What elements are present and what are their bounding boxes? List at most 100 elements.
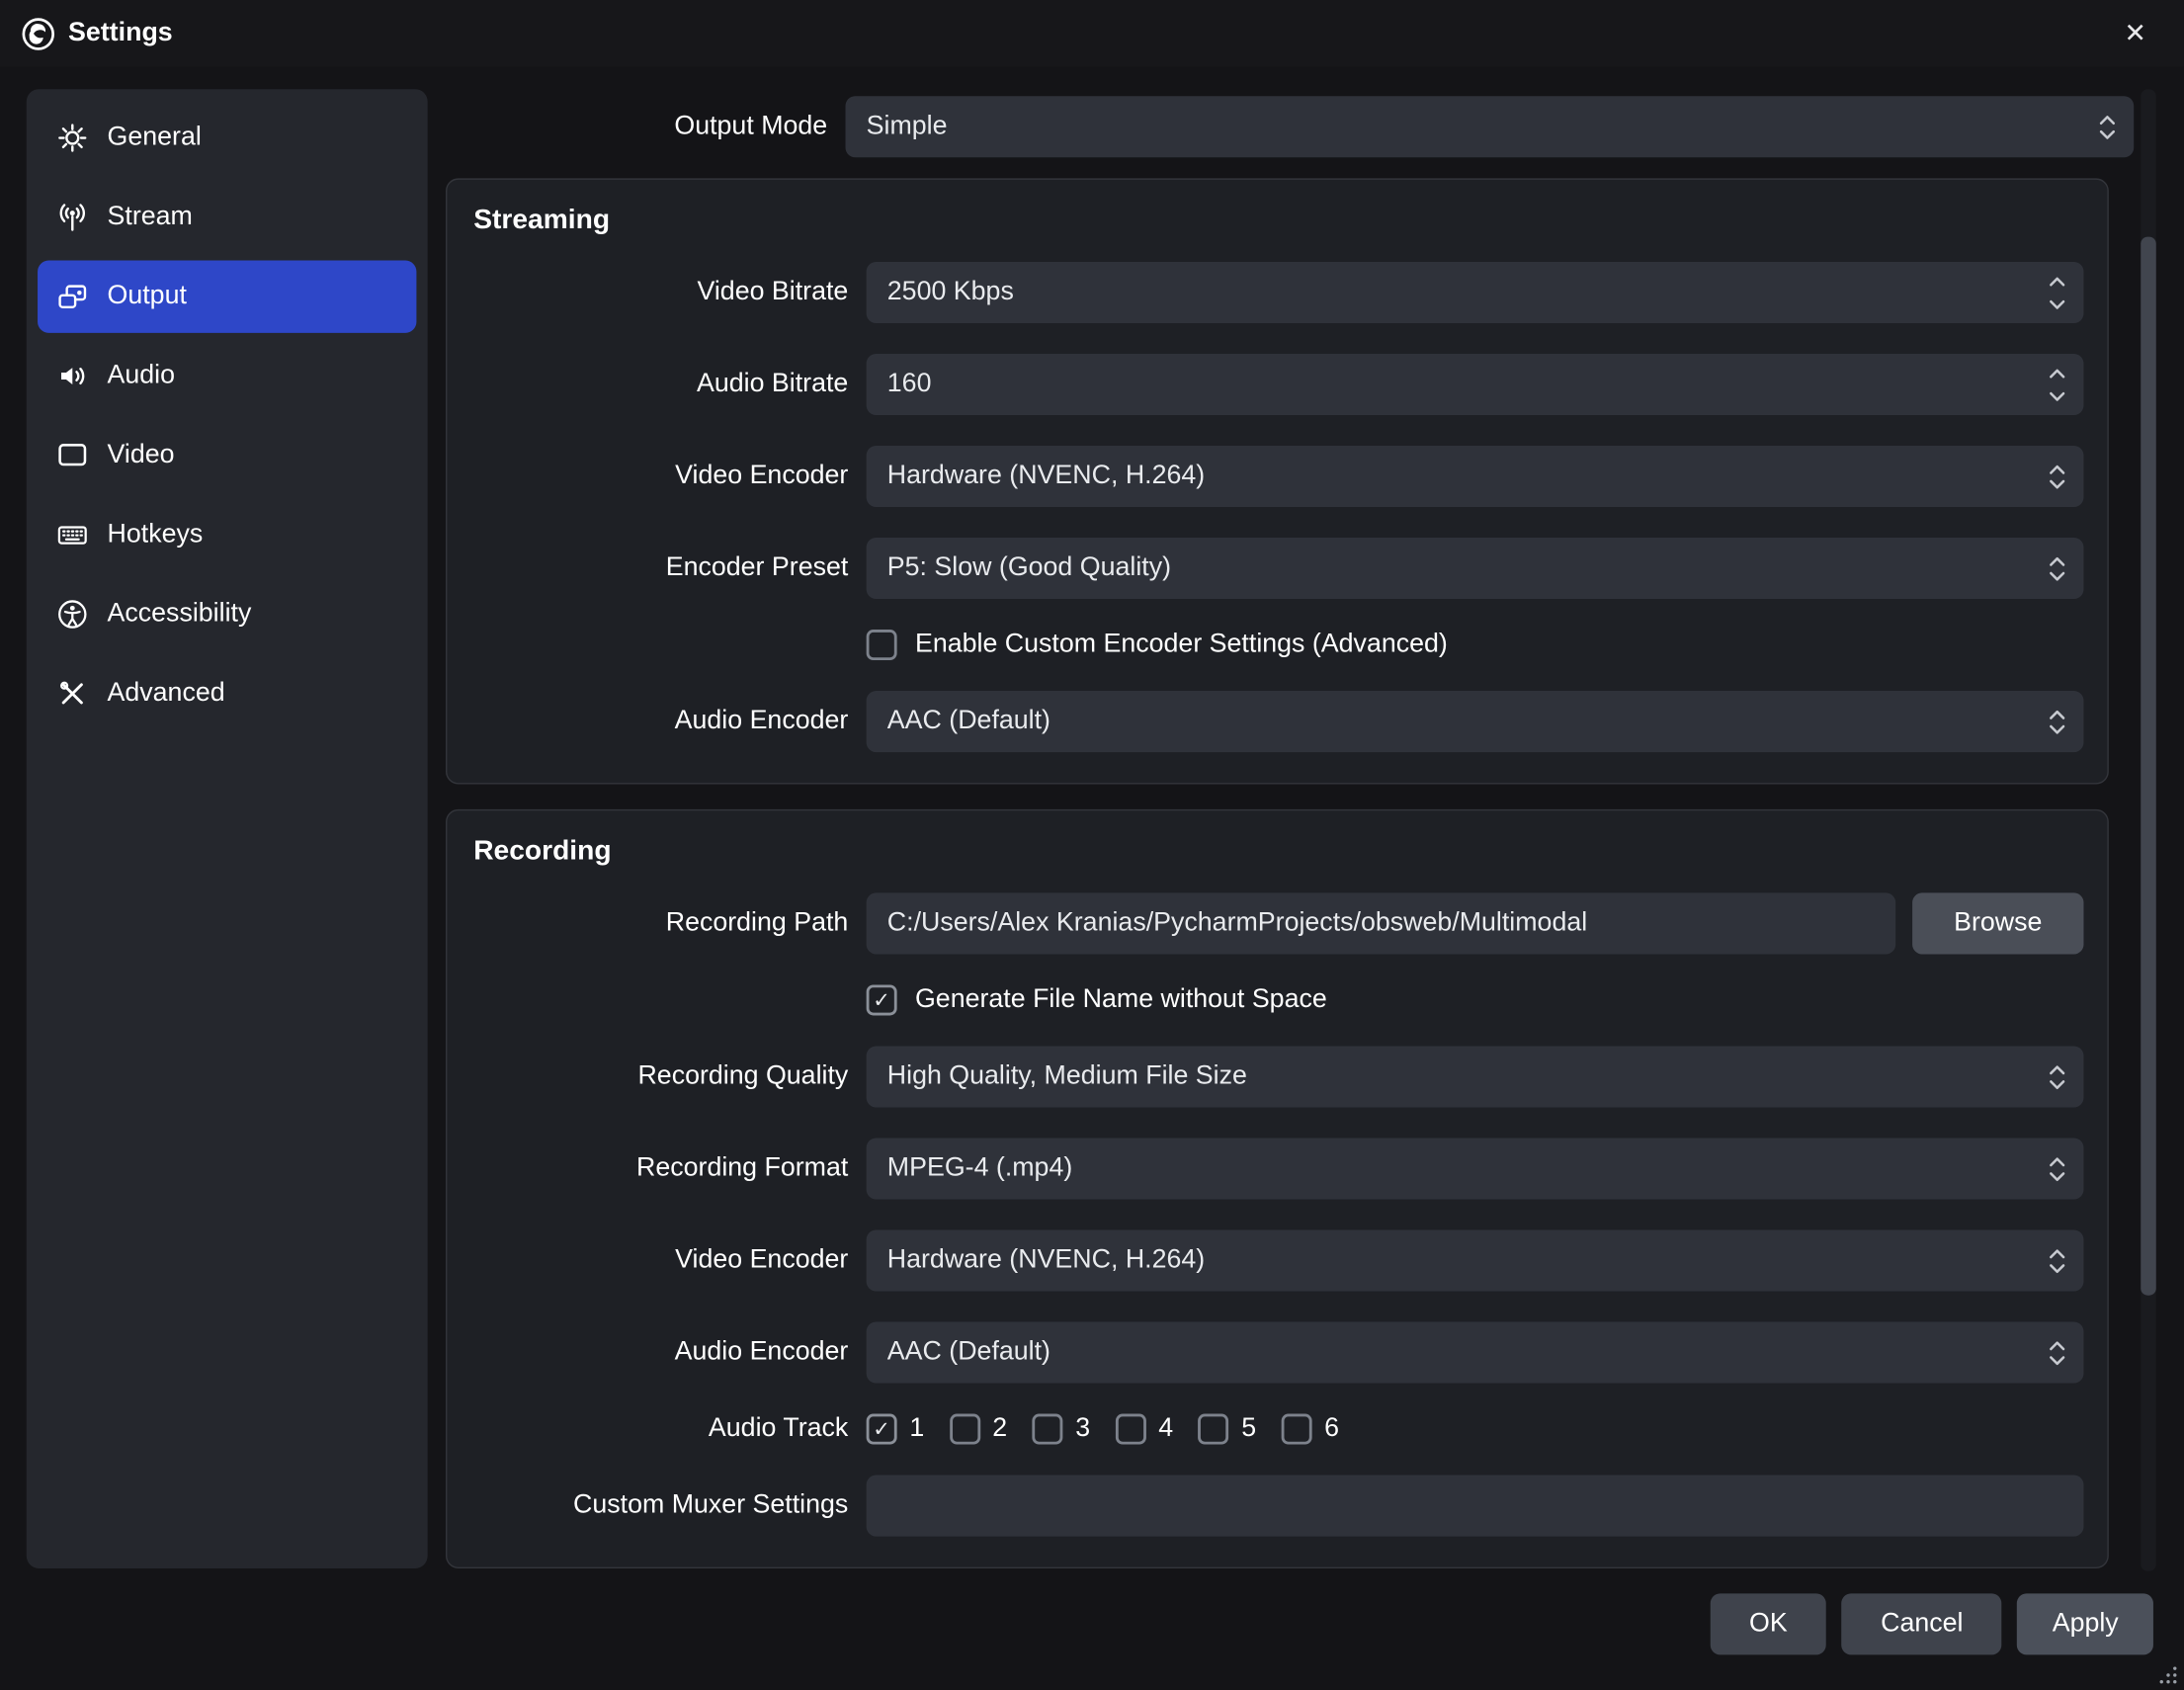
recording-path-input[interactable]: C:/Users/Alex Kranias/PycharmProjects/ob… <box>867 892 1896 954</box>
stream-audio-encoder-value: AAC (Default) <box>887 707 2049 737</box>
audio-track-3[interactable]: 3 <box>1033 1414 1091 1445</box>
broadcast-icon <box>55 201 89 234</box>
settings-sidebar: General Stream Output <box>27 89 428 1568</box>
sidebar-item-label: Output <box>108 282 187 312</box>
rec-video-encoder-select[interactable]: Hardware (NVENC, H.264) <box>867 1230 2084 1292</box>
titlebar: Settings ✕ <box>0 0 2184 67</box>
chevron-up-icon[interactable] <box>2049 367 2065 378</box>
sidebar-item-label: Audio <box>108 361 176 391</box>
rec-audio-encoder-row: Audio Encoder AAC (Default) <box>470 1322 2083 1384</box>
audio-track-row: Audio Track ✓ 1 2 3 <box>470 1414 2083 1445</box>
encoder-preset-row: Encoder Preset P5: Slow (Good Quality) <box>470 538 2083 599</box>
settings-window: Settings ✕ General Stream <box>0 0 2184 1690</box>
recording-quality-select[interactable]: High Quality, Medium File Size <box>867 1046 2084 1107</box>
video-bitrate-row: Video Bitrate 2500 Kbps <box>470 262 2083 323</box>
window-title: Settings <box>68 18 173 48</box>
browse-button[interactable]: Browse <box>1912 892 2083 954</box>
chevron-updown-icon <box>2049 1155 2065 1182</box>
sidebar-item-label: Advanced <box>108 678 225 709</box>
chevron-updown-icon <box>2099 114 2116 140</box>
sidebar-item-advanced[interactable]: Advanced <box>38 657 416 729</box>
audio-track-number: 2 <box>992 1414 1007 1445</box>
audio-track-2[interactable]: 2 <box>950 1414 1008 1445</box>
stream-video-encoder-value: Hardware (NVENC, H.264) <box>887 462 2049 492</box>
sidebar-item-hotkeys[interactable]: Hotkeys <box>38 499 416 571</box>
keyboard-icon <box>55 518 89 551</box>
audio-track-number: 3 <box>1075 1414 1090 1445</box>
audio-bitrate-input[interactable]: 160 <box>867 354 2084 415</box>
resize-grip-icon[interactable] <box>2157 1664 2178 1685</box>
sidebar-item-video[interactable]: Video <box>38 419 416 491</box>
audio-track-6[interactable]: 6 <box>1281 1414 1339 1445</box>
custom-muxer-row: Custom Muxer Settings <box>470 1476 2083 1537</box>
checkbox-unchecked-icon <box>867 630 897 660</box>
recording-format-row: Recording Format MPEG-4 (.mp4) <box>470 1138 2083 1199</box>
recording-quality-value: High Quality, Medium File Size <box>887 1061 2049 1092</box>
stream-audio-encoder-row: Audio Encoder AAC (Default) <box>470 691 2083 752</box>
sidebar-item-label: Hotkeys <box>108 520 204 550</box>
chevron-updown-icon <box>2049 1339 2065 1366</box>
checkbox-checked-icon: ✓ <box>867 1414 897 1445</box>
audio-track-number: 6 <box>1324 1414 1339 1445</box>
generate-filename-checkbox[interactable]: ✓ Generate File Name without Space <box>867 984 2084 1015</box>
ok-button[interactable]: OK <box>1711 1593 1827 1654</box>
rec-video-encoder-label: Video Encoder <box>470 1245 848 1276</box>
chevron-updown-icon <box>2049 464 2065 490</box>
output-icon <box>55 280 89 313</box>
sidebar-item-audio[interactable]: Audio <box>38 340 416 412</box>
custom-muxer-label: Custom Muxer Settings <box>470 1490 848 1521</box>
output-mode-value: Simple <box>867 112 2099 142</box>
video-bitrate-value: 2500 Kbps <box>887 277 2049 307</box>
stream-audio-encoder-select[interactable]: AAC (Default) <box>867 691 2084 752</box>
chevron-updown-icon <box>2049 709 2065 735</box>
recording-quality-row: Recording Quality High Quality, Medium F… <box>470 1046 2083 1107</box>
generate-filename-label: Generate File Name without Space <box>915 984 1327 1015</box>
scrollbar-thumb[interactable] <box>2141 237 2156 1296</box>
close-icon[interactable]: ✕ <box>2112 10 2159 57</box>
sidebar-item-output[interactable]: Output <box>38 261 416 333</box>
cancel-button[interactable]: Cancel <box>1842 1593 2002 1654</box>
apply-button[interactable]: Apply <box>2017 1593 2152 1654</box>
stream-video-encoder-row: Video Encoder Hardware (NVENC, H.264) <box>470 446 2083 507</box>
output-mode-select[interactable]: Simple <box>846 96 2135 157</box>
checkbox-unchecked-icon <box>1033 1414 1063 1445</box>
output-mode-row: Output Mode Simple <box>446 96 2134 157</box>
enable-custom-encoder-checkbox[interactable]: Enable Custom Encoder Settings (Advanced… <box>867 630 2084 660</box>
chevron-down-icon[interactable] <box>2049 390 2065 401</box>
chevron-updown-icon <box>2049 1063 2065 1090</box>
tools-icon <box>55 677 89 711</box>
video-bitrate-input[interactable]: 2500 Kbps <box>867 262 2084 323</box>
sidebar-item-accessibility[interactable]: Accessibility <box>38 578 416 650</box>
accessibility-icon <box>55 598 89 632</box>
encoder-preset-select[interactable]: P5: Slow (Good Quality) <box>867 538 2084 599</box>
stream-video-encoder-select[interactable]: Hardware (NVENC, H.264) <box>867 446 2084 507</box>
rec-audio-encoder-select[interactable]: AAC (Default) <box>867 1322 2084 1384</box>
gear-icon <box>55 122 89 155</box>
audio-track-1[interactable]: ✓ 1 <box>867 1414 925 1445</box>
recording-group: Recording Recording Path C:/Users/Alex K… <box>446 809 2109 1568</box>
sidebar-item-label: Accessibility <box>108 599 252 630</box>
encoder-preset-value: P5: Slow (Good Quality) <box>887 553 2049 584</box>
sidebar-item-stream[interactable]: Stream <box>38 181 416 253</box>
spin-arrows <box>2049 275 2065 309</box>
audio-bitrate-row: Audio Bitrate 160 <box>470 354 2083 415</box>
checkbox-unchecked-icon <box>1281 1414 1311 1445</box>
audio-track-5[interactable]: 5 <box>1199 1414 1257 1445</box>
recording-format-value: MPEG-4 (.mp4) <box>887 1153 2049 1184</box>
video-bitrate-label: Video Bitrate <box>470 277 848 307</box>
rec-video-encoder-row: Video Encoder Hardware (NVENC, H.264) <box>470 1230 2083 1292</box>
checkbox-checked-icon: ✓ <box>867 984 897 1015</box>
recording-format-select[interactable]: MPEG-4 (.mp4) <box>867 1138 2084 1199</box>
spin-arrows <box>2049 367 2065 401</box>
stream-audio-encoder-label: Audio Encoder <box>470 707 848 737</box>
vertical-scrollbar[interactable] <box>2141 89 2156 1571</box>
speaker-icon <box>55 360 89 393</box>
audio-track-4[interactable]: 4 <box>1116 1414 1174 1445</box>
streaming-group: Streaming Video Bitrate 2500 Kbps Audio … <box>446 178 2109 784</box>
chevron-down-icon[interactable] <box>2049 298 2065 309</box>
sidebar-item-general[interactable]: General <box>38 102 416 174</box>
rec-audio-encoder-value: AAC (Default) <box>887 1337 2049 1368</box>
custom-muxer-input[interactable] <box>867 1476 2084 1537</box>
sidebar-item-label: Video <box>108 440 175 470</box>
chevron-up-icon[interactable] <box>2049 275 2065 286</box>
